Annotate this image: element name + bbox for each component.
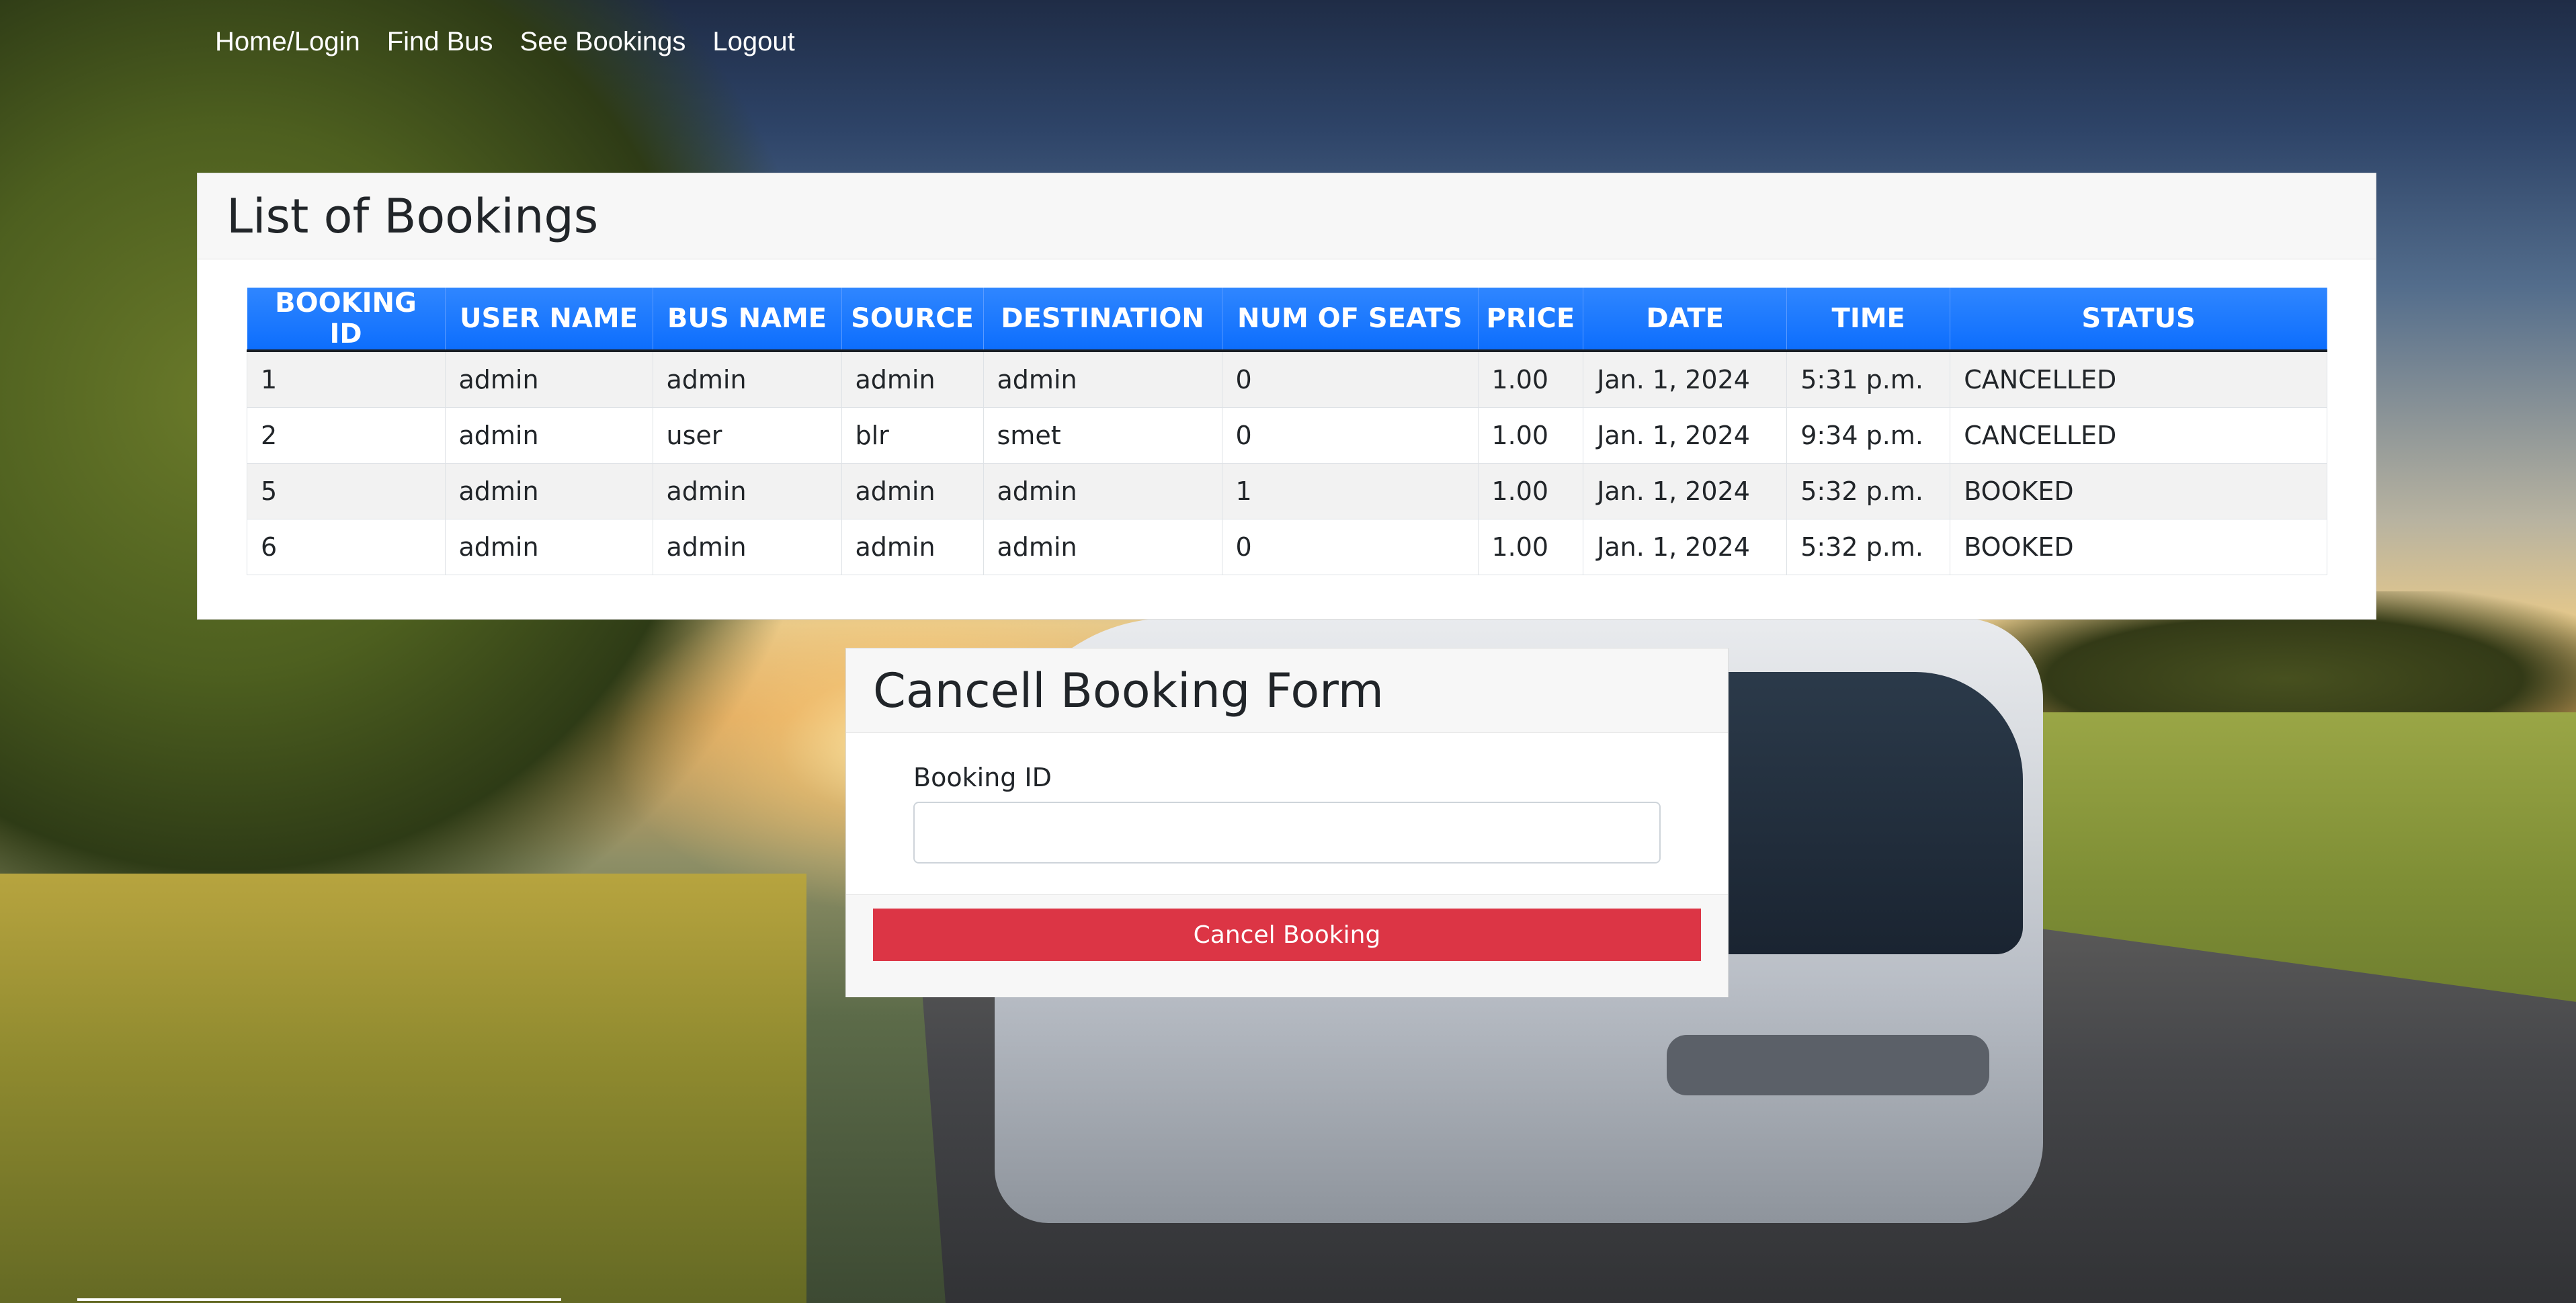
cell-price: 1.00 [1477, 463, 1584, 519]
cell-bus-name: admin [652, 463, 842, 519]
bookings-card: List of Bookings BOOKING ID USER NAME BU… [197, 173, 2376, 620]
cancel-form-footer: Cancel Booking [846, 895, 1728, 997]
nav-link-home-login[interactable]: Home/Login [202, 24, 374, 60]
cell-destination: admin [983, 463, 1222, 519]
bookings-table: BOOKING ID USER NAME BUS NAME SOURCE DES… [247, 288, 2327, 575]
background-field [1848, 712, 2576, 1142]
cell-status: CANCELLED [1950, 407, 2327, 464]
cell-booking-id: 6 [247, 519, 446, 575]
top-navbar: Home/Login Find Bus See Bookings Logout [202, 24, 808, 60]
column-header-booking-id[interactable]: BOOKING ID [247, 288, 446, 352]
cell-bus-name: user [652, 407, 842, 464]
cancel-booking-button[interactable]: Cancel Booking [873, 909, 1701, 961]
cell-source: admin [841, 519, 984, 575]
background-grass [0, 874, 806, 1303]
cell-user-name: admin [444, 350, 653, 408]
cell-num-of-seats: 0 [1221, 519, 1479, 575]
cell-date: Jan. 1, 2024 [1583, 350, 1788, 408]
cell-time: 5:32 p.m. [1786, 463, 1951, 519]
cell-price: 1.00 [1477, 407, 1584, 464]
cell-booking-id: 2 [247, 407, 446, 464]
column-header-user-name[interactable]: USER NAME [445, 288, 653, 352]
nav-link-find-bus[interactable]: Find Bus [374, 24, 507, 60]
nav-link-logout[interactable]: Logout [699, 24, 808, 60]
column-header-bus-name[interactable]: BUS NAME [653, 288, 842, 352]
booking-id-input[interactable] [913, 802, 1661, 864]
cell-status: BOOKED [1950, 463, 2327, 519]
cell-price: 1.00 [1477, 350, 1584, 408]
column-header-date[interactable]: DATE [1583, 288, 1788, 352]
cell-num-of-seats: 0 [1221, 407, 1479, 464]
cell-date: Jan. 1, 2024 [1583, 463, 1788, 519]
table-row: 5 admin admin admin admin 1 1.00 Jan. 1,… [247, 463, 2327, 519]
background-bus-grille [1667, 1035, 1989, 1095]
bookings-title: List of Bookings [226, 188, 599, 244]
table-row: 6 admin admin admin admin 0 1.00 Jan. 1,… [247, 519, 2327, 575]
column-header-price[interactable]: PRICE [1478, 288, 1584, 352]
cell-booking-id: 5 [247, 463, 446, 519]
cell-num-of-seats: 1 [1221, 463, 1479, 519]
cell-source: admin [841, 463, 984, 519]
column-header-status[interactable]: STATUS [1950, 288, 2327, 352]
cell-destination: smet [983, 407, 1222, 464]
cell-source: blr [841, 407, 984, 464]
cell-bus-name: admin [652, 519, 842, 575]
cell-price: 1.00 [1477, 519, 1584, 575]
cell-time: 5:32 p.m. [1786, 519, 1951, 575]
bookings-card-header: List of Bookings [198, 173, 2376, 259]
table-header-row: BOOKING ID USER NAME BUS NAME SOURCE DES… [247, 288, 2327, 352]
cell-time: 9:34 p.m. [1786, 407, 1951, 464]
column-header-destination[interactable]: DESTINATION [983, 288, 1222, 352]
cell-time: 5:31 p.m. [1786, 350, 1951, 408]
cell-destination: admin [983, 519, 1222, 575]
cell-booking-id: 1 [247, 350, 446, 408]
cell-source: admin [841, 350, 984, 408]
cell-user-name: admin [444, 407, 653, 464]
nav-link-see-bookings[interactable]: See Bookings [507, 24, 700, 60]
cell-status: CANCELLED [1950, 350, 2327, 408]
page: Home/Login Find Bus See Bookings Logout … [0, 0, 2576, 1303]
cell-num-of-seats: 0 [1221, 350, 1479, 408]
cell-date: Jan. 1, 2024 [1583, 407, 1788, 464]
cancel-form-body: Booking ID [846, 733, 1728, 895]
cancel-booking-card: Cancell Booking Form Booking ID Cancel B… [845, 648, 1729, 997]
cancel-card-header: Cancell Booking Form [846, 648, 1728, 733]
cell-bus-name: admin [652, 350, 842, 408]
cell-destination: admin [983, 350, 1222, 408]
column-header-time[interactable]: TIME [1786, 288, 1951, 352]
cell-user-name: admin [444, 519, 653, 575]
booking-id-label: Booking ID [913, 763, 1052, 792]
cell-user-name: admin [444, 463, 653, 519]
cell-date: Jan. 1, 2024 [1583, 519, 1788, 575]
bottom-divider [77, 1298, 561, 1301]
column-header-source[interactable]: SOURCE [841, 288, 984, 352]
cell-status: BOOKED [1950, 519, 2327, 575]
table-row: 1 admin admin admin admin 0 1.00 Jan. 1,… [247, 350, 2327, 408]
column-header-num-of-seats[interactable]: NUM OF SEATS [1222, 288, 1479, 352]
cancel-form-title: Cancell Booking Form [873, 663, 1384, 718]
table-row: 2 admin user blr smet 0 1.00 Jan. 1, 202… [247, 407, 2327, 464]
